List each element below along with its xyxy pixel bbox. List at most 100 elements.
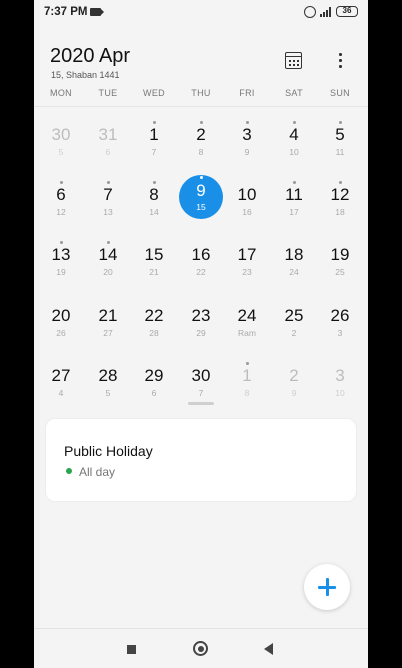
hijri-day-number: 23 (242, 267, 252, 277)
day-cell[interactable]: 21 27 (85, 288, 131, 348)
day-cell[interactable]: 20 26 (38, 288, 84, 348)
day-cell[interactable]: 16 22 (178, 227, 224, 287)
day-number: 5 (335, 125, 345, 144)
day-cell[interactable]: 19 25 (317, 227, 363, 287)
day-cell[interactable]: 10 16 (224, 167, 270, 227)
day-cell[interactable]: 25 2 (271, 288, 317, 348)
add-event-button[interactable] (304, 564, 350, 610)
day-cell[interactable]: 24 Ram (224, 288, 270, 348)
back-icon[interactable] (264, 643, 273, 655)
day-cell[interactable]: 12 18 (317, 167, 363, 227)
day-cell[interactable]: 29 6 (131, 348, 177, 408)
event-indicator-dot (245, 121, 249, 124)
alarm-icon (304, 6, 316, 18)
hijri-day-number: 5 (58, 147, 64, 157)
day-cell[interactable]: 26 3 (317, 288, 363, 348)
drag-handle[interactable] (188, 402, 214, 405)
weekday-label: THU (191, 88, 211, 98)
day-number: 12 (330, 185, 350, 204)
day-cell[interactable]: 27 4 (38, 348, 84, 408)
day-number: 21 (98, 306, 118, 325)
day-number: 11 (285, 185, 303, 204)
day-cell-today[interactable]: 9 15 (178, 167, 224, 227)
more-vert-icon[interactable] (336, 52, 344, 70)
day-cell[interactable]: 17 23 (224, 227, 270, 287)
day-cell[interactable]: 8 14 (131, 167, 177, 227)
hijri-day-number: Ram (238, 328, 256, 338)
hijri-day-number: 19 (56, 267, 66, 277)
day-cell[interactable]: 6 12 (38, 167, 84, 227)
day-number: 24 (237, 306, 257, 325)
day-cell[interactable]: 23 29 (178, 288, 224, 348)
event-indicator-dot (292, 181, 296, 184)
hijri-day-number: 3 (337, 328, 343, 338)
day-number: 22 (144, 306, 164, 325)
hijri-day-number: 7 (151, 147, 157, 157)
day-cell[interactable]: 4 10 (271, 107, 317, 167)
event-indicator-dot (338, 181, 342, 184)
hijri-day-number: 21 (149, 267, 159, 277)
day-cell[interactable]: 29 (271, 348, 317, 408)
day-number: 20 (51, 306, 71, 325)
event-indicator-dot (59, 181, 63, 184)
day-cell[interactable]: 30 7 (178, 348, 224, 408)
hijri-day-number: 16 (242, 207, 252, 217)
hijri-day-number: 10 (289, 147, 299, 157)
day-cell[interactable]: 39 (224, 107, 270, 167)
month-title[interactable]: 2020 Apr (50, 45, 130, 68)
day-cell[interactable]: 7 13 (85, 167, 131, 227)
day-number: 31 (98, 125, 118, 144)
home-icon[interactable] (193, 641, 208, 656)
hijri-date: 15, Shaban 1441 (51, 70, 120, 80)
day-cell[interactable]: 18 24 (271, 227, 317, 287)
weekday-label: SUN (330, 88, 350, 98)
day-cell[interactable]: 14 20 (85, 227, 131, 287)
day-number: 1 (149, 125, 159, 144)
hijri-day-number: 13 (103, 207, 113, 217)
day-number: 26 (330, 306, 350, 325)
day-cell[interactable]: 15 21 (131, 227, 177, 287)
hijri-day-number: 2 (291, 328, 297, 338)
day-number: 18 (284, 245, 304, 264)
hijri-day-number: 5 (105, 388, 111, 398)
status-bar: 7:37 PM 36 (34, 0, 368, 26)
day-cell[interactable]: 17 (131, 107, 177, 167)
event-title: Public Holiday (64, 443, 153, 459)
hijri-day-number: 24 (289, 267, 299, 277)
day-number: 30 (191, 366, 211, 385)
hijri-day-number: 14 (149, 207, 159, 217)
day-number: 2 (196, 125, 206, 144)
day-number: 1 (242, 366, 252, 385)
day-cell[interactable]: 11 17 (271, 167, 317, 227)
event-time: All day (79, 465, 116, 479)
weekday-header: MON TUE WED THU FRI SAT SUN (34, 88, 368, 104)
hijri-day-number: 7 (198, 388, 204, 398)
calendar-today-icon[interactable] (285, 52, 302, 69)
recents-icon[interactable] (127, 645, 136, 654)
day-cell[interactable]: 30 5 (38, 107, 84, 167)
day-cell[interactable]: 5 11 (317, 107, 363, 167)
day-cell[interactable]: 28 5 (85, 348, 131, 408)
weekday-label: SAT (285, 88, 303, 98)
day-number: 10 (237, 185, 257, 204)
event-color-dot (66, 468, 72, 474)
event-indicator-dot (106, 181, 110, 184)
day-cell[interactable]: 31 6 (85, 107, 131, 167)
event-card[interactable]: Public Holiday All day (45, 418, 357, 502)
day-number: 17 (237, 245, 257, 264)
hijri-day-number: 26 (56, 328, 66, 338)
day-cell[interactable]: 28 (178, 107, 224, 167)
navigation-bar (34, 628, 368, 668)
event-indicator-dot (152, 121, 156, 124)
event-indicator-dot (59, 241, 63, 244)
video-camera-icon (90, 8, 104, 16)
hijri-day-number: 17 (289, 207, 299, 217)
hijri-day-number: 4 (58, 388, 64, 398)
day-cell[interactable]: 22 28 (131, 288, 177, 348)
hijri-day-number: 15 (196, 202, 206, 212)
calendar-app: 7:37 PM 36 2020 Apr 15, Shaban 1441 MON T… (34, 0, 368, 668)
day-cell[interactable]: 18 (224, 348, 270, 408)
status-time: 7:37 PM (44, 6, 88, 18)
day-cell[interactable]: 3 10 (317, 348, 363, 408)
day-cell[interactable]: 13 19 (38, 227, 84, 287)
